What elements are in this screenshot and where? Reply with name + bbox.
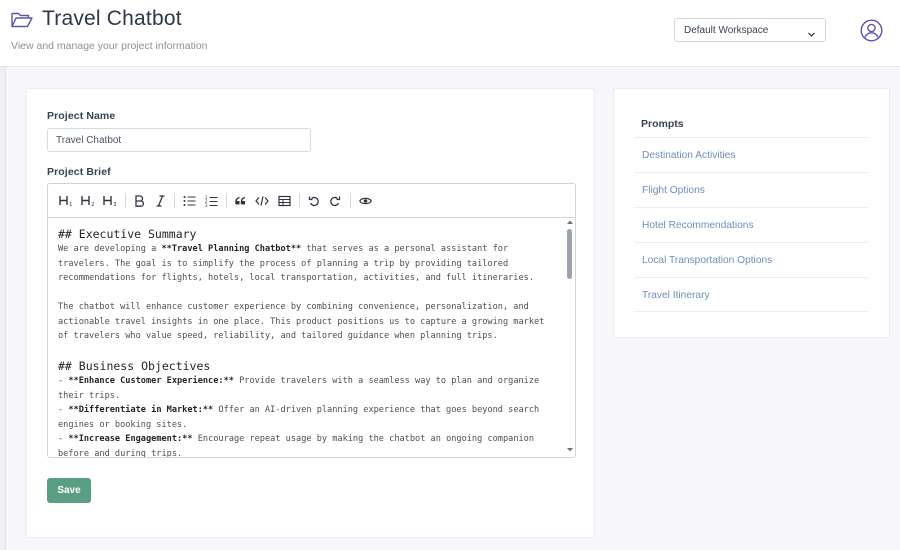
editor-toolbar: 1 2 3 123 bbox=[48, 184, 575, 218]
bold-icon[interactable] bbox=[132, 193, 146, 209]
bullet-list-icon[interactable] bbox=[182, 193, 196, 209]
page-title: Travel Chatbot bbox=[42, 7, 182, 30]
brief-line: engines or booking sites. bbox=[58, 419, 188, 430]
svg-text:2: 2 bbox=[91, 202, 95, 207]
svg-text:3: 3 bbox=[113, 202, 117, 207]
toolbar-divider bbox=[299, 193, 300, 208]
left-rail bbox=[0, 67, 6, 550]
editor-content[interactable]: ## Executive Summary We are developing a… bbox=[58, 226, 558, 458]
prompt-item[interactable]: Local Transportation Options bbox=[634, 242, 869, 277]
prompt-item[interactable]: Travel Itinerary bbox=[634, 277, 869, 312]
code-icon[interactable] bbox=[255, 193, 269, 209]
brief-line: - **Differentiate in Market:** Offer an … bbox=[58, 405, 540, 415]
brief-line: - **Increase Engagement:** Encourage rep… bbox=[58, 434, 535, 444]
brief-heading: ## Executive Summary bbox=[58, 227, 197, 241]
toolbar-divider bbox=[174, 193, 175, 208]
table-icon[interactable] bbox=[277, 193, 291, 209]
heading-3-icon[interactable]: 3 bbox=[102, 193, 118, 209]
brief-line: travelers. The goal is to simplify the p… bbox=[58, 258, 509, 269]
numbered-list-icon[interactable]: 123 bbox=[204, 193, 218, 209]
workspace-select-value: Default Workspace bbox=[684, 25, 769, 36]
heading-1-icon[interactable]: 1 bbox=[58, 193, 74, 209]
project-name-input[interactable] bbox=[47, 128, 311, 152]
toolbar-divider bbox=[226, 193, 227, 208]
chevron-down-icon bbox=[807, 26, 816, 44]
redo-icon[interactable] bbox=[328, 193, 342, 209]
prompt-item[interactable]: Flight Options bbox=[634, 172, 869, 207]
prompts-list: Destination Activities Flight Options Ho… bbox=[634, 137, 869, 312]
brief-line: The chatbot will enhance customer experi… bbox=[58, 302, 529, 312]
brief-line: their trips. bbox=[58, 390, 121, 401]
project-name-label: Project Name bbox=[47, 110, 116, 122]
brief-line: before and during trips. bbox=[58, 448, 183, 458]
folder-open-icon bbox=[10, 10, 34, 35]
project-form-card: Project Name Project Brief 1 2 3 bbox=[26, 88, 595, 538]
svg-text:1: 1 bbox=[69, 202, 73, 207]
preview-eye-icon[interactable] bbox=[358, 193, 372, 209]
brief-line: We are developing a **Travel Planning Ch… bbox=[58, 244, 509, 254]
svg-text:3: 3 bbox=[205, 203, 208, 207]
prompts-title: Prompts bbox=[641, 118, 684, 130]
brief-heading: ## Business Objectives bbox=[58, 359, 211, 373]
toolbar-divider bbox=[350, 193, 351, 208]
editor-scrollbar[interactable] bbox=[565, 217, 575, 457]
project-brief-editor[interactable]: 1 2 3 123 ## Executive Summary We are de… bbox=[47, 183, 576, 458]
prompt-item[interactable]: Destination Activities bbox=[634, 137, 869, 172]
prompts-card: Prompts Destination Activities Flight Op… bbox=[613, 88, 890, 338]
italic-icon[interactable] bbox=[153, 193, 167, 209]
undo-icon[interactable] bbox=[307, 193, 321, 209]
workspace-select[interactable]: Default Workspace bbox=[674, 18, 826, 42]
prompt-item[interactable]: Hotel Recommendations bbox=[634, 207, 869, 242]
scrollbar-thumb[interactable] bbox=[567, 229, 572, 279]
scroll-up-arrow-icon[interactable] bbox=[566, 219, 574, 225]
scroll-down-arrow-icon[interactable] bbox=[566, 447, 574, 453]
brief-line: actionable travel insights in one place.… bbox=[58, 316, 545, 327]
header: Travel Chatbot View and manage your proj… bbox=[0, 0, 900, 67]
quote-icon[interactable] bbox=[234, 193, 248, 209]
brief-line: - **Enhance Customer Experience:** Provi… bbox=[58, 376, 540, 386]
save-button[interactable]: Save bbox=[47, 478, 91, 503]
brief-line: of travelers who value speed, reliabilit… bbox=[58, 331, 498, 341]
toolbar-divider bbox=[125, 193, 126, 208]
heading-2-icon[interactable]: 2 bbox=[80, 193, 96, 209]
brief-line: recommendations for flights, hotels, loc… bbox=[58, 273, 534, 283]
page-subtitle: View and manage your project information bbox=[11, 40, 208, 52]
project-brief-label: Project Brief bbox=[47, 166, 111, 178]
user-avatar-icon[interactable] bbox=[860, 19, 883, 47]
